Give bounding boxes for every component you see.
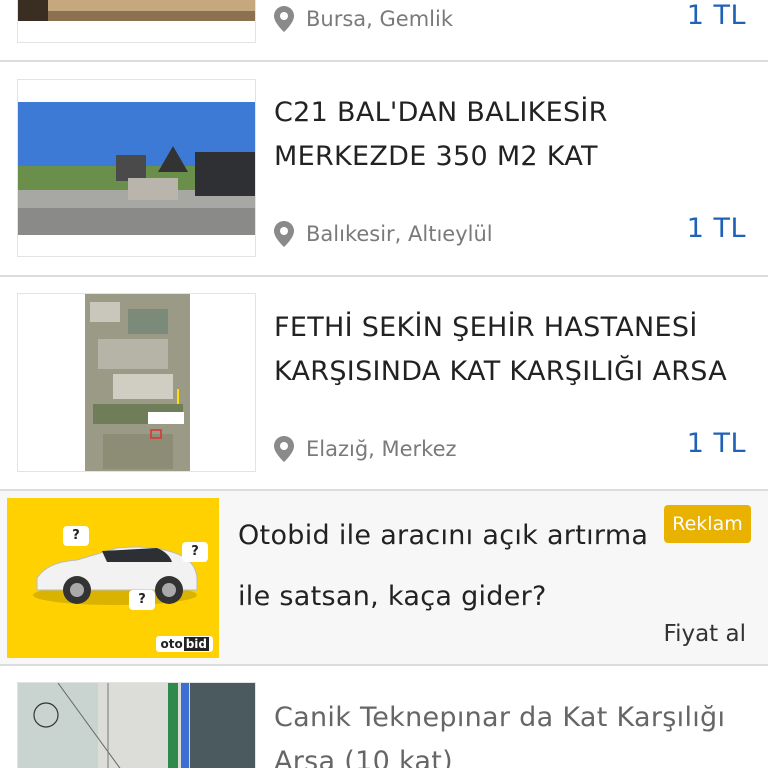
listing-price: 1 TL: [686, 428, 746, 459]
ad-cta-button[interactable]: Fiyat al: [664, 621, 746, 647]
listing-title[interactable]: C21 BAL'DAN BALIKESİR MERKEZDE 350 M2 KA…: [274, 91, 754, 179]
listing-price: 1 TL: [686, 0, 746, 31]
listing-thumbnail[interactable]: [17, 79, 256, 257]
listing-thumbnail[interactable]: [17, 293, 256, 472]
listing-thumbnail[interactable]: [17, 0, 256, 43]
listing-location: Balıkesir, Altıeylül: [274, 221, 493, 247]
listing-title[interactable]: Canik Teknepınar da Kat Karşılığı Arsa (…: [274, 696, 754, 768]
ad-headline-line2[interactable]: ile satsan, kaça gider?: [238, 581, 547, 612]
location-text: Balıkesir, Altıeylül: [306, 222, 493, 246]
listing-location: Elazığ, Merkez: [274, 436, 457, 462]
listing-price: 1 TL: [686, 213, 746, 244]
location-text: Bursa, Gemlik: [306, 7, 453, 31]
listing-item[interactable]: C21 BAL'DAN BALIKESİR MERKEZDE 350 M2 KA…: [0, 62, 768, 275]
listing-item[interactable]: FETHİ SEKİN ŞEHİR HASTANESİ KARŞISINDA K…: [0, 277, 768, 490]
brand-part: oto: [160, 637, 183, 651]
location-pin-icon: [274, 221, 294, 247]
listing-feed: Bursa, Gemlik 1 TL C21 BAL'DAN BALIKESİR…: [0, 0, 768, 768]
brand-part: bid: [183, 637, 209, 651]
listing-item[interactable]: Canik Teknepınar da Kat Karşılığı Arsa (…: [0, 666, 768, 768]
ad-headline-line1[interactable]: Otobid ile aracını açık artırma: [238, 520, 648, 551]
location-pin-icon: [274, 436, 294, 462]
location-text: Elazığ, Merkez: [306, 437, 457, 461]
question-bubble: ?: [129, 590, 155, 610]
listing-item[interactable]: Bursa, Gemlik 1 TL: [0, 0, 768, 60]
question-bubble: ?: [182, 542, 208, 562]
ad-badge: Reklam: [664, 505, 751, 543]
question-bubble: ?: [63, 526, 89, 546]
ad-brand-logo: oto bid: [156, 636, 213, 652]
listing-location: Bursa, Gemlik: [274, 6, 453, 32]
sponsored-ad[interactable]: ? ? ? oto bid Otobid ile aracını açık art…: [0, 491, 768, 664]
ad-image[interactable]: ? ? ? oto bid: [7, 498, 219, 658]
listing-title[interactable]: FETHİ SEKİN ŞEHİR HASTANESİ KARŞISINDA K…: [274, 306, 754, 394]
listing-thumbnail[interactable]: [17, 682, 256, 768]
location-pin-icon: [274, 6, 294, 32]
